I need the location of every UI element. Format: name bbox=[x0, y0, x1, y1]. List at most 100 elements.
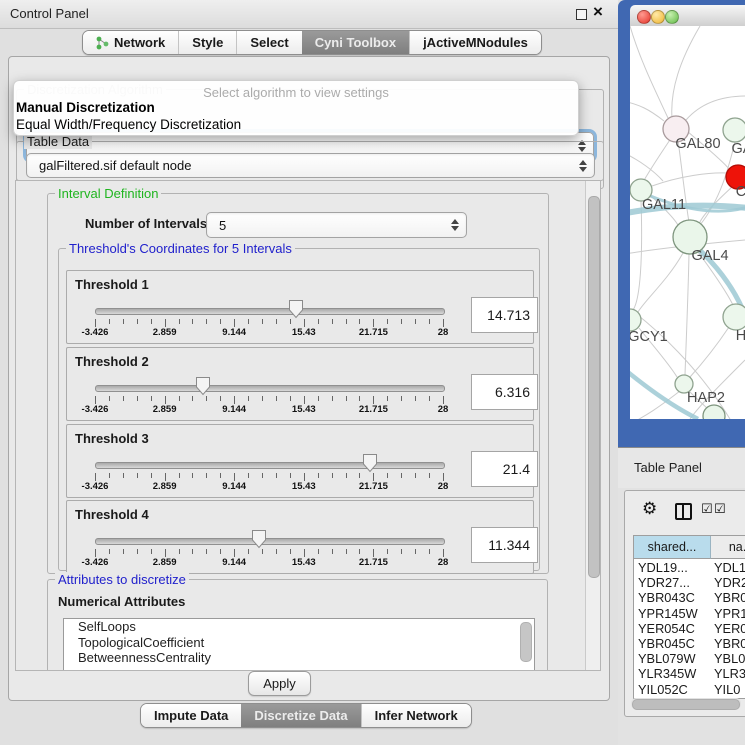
viewport-scrollbar-thumb[interactable] bbox=[588, 196, 600, 578]
minor-tick bbox=[387, 396, 388, 401]
tab-jactivemnodules[interactable]: jActiveMNodules bbox=[409, 31, 541, 54]
attribute-list-item[interactable]: SelfLoops bbox=[64, 619, 534, 635]
slider-track[interactable] bbox=[95, 538, 445, 545]
table-hscrollbar-thumb[interactable] bbox=[632, 699, 740, 710]
gear-icon[interactable]: ⚙ bbox=[642, 499, 657, 519]
table-data-combobox[interactable]: galFiltered.sif default node bbox=[26, 153, 595, 178]
table-row[interactable]: YBR045C YBR0 bbox=[634, 636, 745, 651]
threshold-label: Threshold 4 bbox=[75, 507, 149, 522]
table-cell: YBR0 bbox=[714, 636, 745, 651]
mac-zoom-button[interactable] bbox=[665, 10, 679, 24]
dropdown-item-equal-width-frequency[interactable]: Equal Width/Frequency Discretization bbox=[16, 117, 241, 132]
major-tick bbox=[234, 473, 235, 481]
tab-style[interactable]: Style bbox=[178, 31, 236, 54]
table-row[interactable]: YBR043CYBR0 bbox=[634, 590, 745, 605]
table-cell: YDR27... bbox=[638, 575, 690, 590]
threshold-value-field[interactable]: 6.316 bbox=[471, 374, 538, 410]
attribute-list-scrollbar[interactable] bbox=[520, 622, 532, 662]
column-header-name[interactable]: na... bbox=[711, 536, 745, 559]
minor-tick bbox=[346, 549, 347, 554]
threshold-value-field[interactable]: 11.344 bbox=[471, 527, 538, 563]
minor-tick bbox=[137, 319, 138, 324]
slider-thumb[interactable] bbox=[288, 299, 304, 319]
column-header-shared-name[interactable]: shared... bbox=[634, 536, 711, 559]
table-row[interactable]: YBL079WYBL0 bbox=[634, 651, 745, 666]
float-window-icon[interactable] bbox=[576, 9, 587, 20]
top-tab-bar: NetworkStyleSelectCyni Toolbox jActiveMNo… bbox=[82, 30, 542, 55]
slider-thumb[interactable] bbox=[362, 453, 378, 473]
network-node-top-right-node[interactable] bbox=[723, 118, 745, 142]
major-tick bbox=[373, 319, 374, 327]
slider-thumb[interactable] bbox=[251, 529, 267, 549]
mac-close-button[interactable] bbox=[637, 10, 651, 24]
tab-infer-network[interactable]: Infer Network bbox=[361, 704, 471, 727]
minor-tick bbox=[429, 396, 430, 401]
number-of-intervals-spinner[interactable]: 5 bbox=[206, 212, 467, 238]
number-of-intervals-label: Number of Intervals bbox=[85, 216, 207, 231]
minor-tick bbox=[387, 549, 388, 554]
tick-label: 15.43 bbox=[292, 404, 316, 415]
network-edge bbox=[690, 327, 729, 377]
viewport-scrollbar[interactable] bbox=[585, 181, 600, 670]
network-edge bbox=[638, 253, 683, 312]
dropdown-prompt-item[interactable]: Select algorithm to view settings bbox=[14, 85, 578, 100]
table-row[interactable]: YER054CYER0 bbox=[634, 621, 745, 636]
network-canvas[interactable]: GAL80GACGAL11GAL4GCY1HHAP2 bbox=[630, 26, 745, 419]
network-node-label: GAL4 bbox=[691, 248, 728, 264]
tick-label: 9.144 bbox=[222, 327, 246, 338]
tab-label: Discretize Data bbox=[254, 708, 347, 723]
minor-tick bbox=[346, 396, 347, 401]
minor-tick bbox=[248, 473, 249, 478]
tab-label: jActiveMNodules bbox=[423, 35, 528, 50]
checkbox-checked-icon[interactable]: ☑ bbox=[701, 501, 713, 517]
close-icon[interactable]: × bbox=[593, 2, 603, 22]
checkbox-checked-icon[interactable]: ☑ bbox=[714, 501, 726, 517]
table-cell: YBL079W bbox=[638, 651, 696, 666]
minor-tick bbox=[332, 319, 333, 324]
table-horizontal-scrollbar[interactable] bbox=[631, 698, 741, 709]
thresholds-group: Threshold's Coordinates for 5 Intervals … bbox=[58, 248, 540, 571]
minor-tick bbox=[206, 396, 207, 401]
attribute-list-item[interactable]: BetweennessCentrality bbox=[64, 650, 534, 666]
attribute-list-item[interactable]: TopologicalCoefficient bbox=[64, 635, 534, 651]
network-node-gcy1[interactable] bbox=[630, 309, 641, 331]
major-tick bbox=[373, 396, 374, 404]
minor-tick bbox=[415, 319, 416, 324]
network-edge bbox=[672, 26, 700, 118]
number-of-intervals-value: 5 bbox=[219, 213, 226, 237]
minor-tick bbox=[276, 473, 277, 478]
slider-track[interactable] bbox=[95, 308, 445, 315]
minor-tick bbox=[179, 549, 180, 554]
table-data-selected: galFiltered.sif default node bbox=[39, 154, 191, 177]
threshold-value-field[interactable]: 14.713 bbox=[471, 297, 538, 333]
table-row[interactable]: YDR27...YDR2 bbox=[634, 575, 745, 590]
network-edge bbox=[685, 254, 689, 375]
tab-network[interactable]: Network bbox=[83, 31, 178, 54]
minor-tick bbox=[220, 473, 221, 478]
tick-label: 2.859 bbox=[153, 327, 177, 338]
apply-button[interactable]: Apply bbox=[248, 671, 311, 696]
network-node-h-node[interactable] bbox=[723, 304, 745, 330]
minor-tick bbox=[123, 473, 124, 478]
minor-tick bbox=[206, 319, 207, 324]
minor-tick bbox=[220, 549, 221, 554]
minor-tick bbox=[318, 549, 319, 554]
table-row[interactable]: YDL19...YDL1 bbox=[634, 560, 745, 575]
mac-minimize-button[interactable] bbox=[651, 10, 665, 24]
table-cell: YIL052C bbox=[638, 682, 688, 697]
table-cell: YBR045C bbox=[638, 636, 695, 651]
tab-select[interactable]: Select bbox=[236, 31, 301, 54]
minor-tick bbox=[151, 396, 152, 401]
tab-cyni-toolbox[interactable]: Cyni Toolbox bbox=[302, 31, 409, 54]
split-columns-icon[interactable] bbox=[675, 503, 692, 520]
table-row[interactable]: YPR145WYPR1 bbox=[634, 606, 745, 621]
table-row[interactable]: YLR345WYLR3 bbox=[634, 666, 745, 681]
tab-impute-data[interactable]: Impute Data bbox=[141, 704, 241, 727]
table-row[interactable]: YIL052CYIL0 bbox=[634, 682, 745, 697]
tab-discretize-data[interactable]: Discretize Data bbox=[241, 704, 360, 727]
threshold-value-field[interactable]: 21.4 bbox=[471, 451, 538, 487]
slider-track[interactable] bbox=[95, 462, 445, 469]
dropdown-item-manual-discretization[interactable]: Manual Discretization bbox=[16, 100, 155, 115]
slider-track[interactable] bbox=[95, 385, 445, 392]
slider-thumb[interactable] bbox=[195, 376, 211, 396]
